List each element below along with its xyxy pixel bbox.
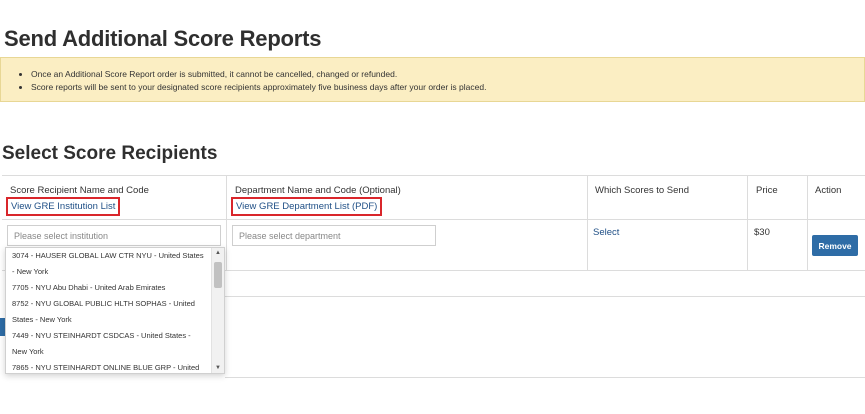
- dropdown-option[interactable]: 7865 - NYU STEINHARDT ONLINE BLUE GRP - …: [6, 360, 212, 373]
- department-list-link[interactable]: View GRE Department List (PDF): [231, 197, 383, 216]
- dropdown-option[interactable]: 3074 - HAUSER GLOBAL LAW CTR NYU - Unite…: [6, 248, 212, 280]
- notice-item: Score reports will be sent to your desig…: [31, 81, 864, 94]
- notice-item: Once an Additional Score Report order is…: [31, 68, 864, 81]
- section-divider: [225, 296, 865, 297]
- scroll-up-icon[interactable]: ▲: [212, 248, 224, 258]
- notice-banner: Once an Additional Score Report order is…: [0, 57, 865, 102]
- scroll-down-icon[interactable]: ▼: [212, 363, 224, 373]
- dropdown-option[interactable]: 7449 - NYU STEINHARDT CSDCAS - United St…: [6, 328, 212, 360]
- header-action: Action: [815, 185, 842, 196]
- table-divider: [2, 219, 865, 220]
- scrollbar-thumb[interactable]: [214, 262, 222, 288]
- institution-input[interactable]: [7, 225, 221, 246]
- dropdown-option[interactable]: 7705 - NYU Abu Dhabi - United Arab Emira…: [6, 280, 212, 296]
- header-department: Department Name and Code (Optional): [235, 185, 401, 196]
- institution-list-link[interactable]: View GRE Institution List: [6, 197, 121, 216]
- notice-list: Once an Additional Score Report order is…: [1, 58, 864, 94]
- institution-dropdown[interactable]: 3074 - HAUSER GLOBAL LAW CTR NYU - Unite…: [5, 247, 225, 374]
- page-title: Send Additional Score Reports: [4, 26, 322, 51]
- department-input[interactable]: [232, 225, 436, 246]
- header-price: Price: [756, 185, 778, 196]
- section-divider: [225, 377, 865, 378]
- remove-button[interactable]: Remove: [812, 235, 858, 256]
- dropdown-list: 3074 - HAUSER GLOBAL LAW CTR NYU - Unite…: [6, 248, 212, 373]
- column-divider: [226, 176, 227, 270]
- section-title: Select Score Recipients: [2, 143, 218, 164]
- header-recipient: Score Recipient Name and Code: [10, 185, 149, 196]
- column-divider: [747, 176, 748, 270]
- dropdown-scrollbar[interactable]: ▲ ▼: [211, 248, 224, 373]
- column-divider: [807, 176, 808, 270]
- dropdown-option[interactable]: 8752 - NYU GLOBAL PUBLIC HLTH SOPHAS - U…: [6, 296, 212, 328]
- price-value: $30: [754, 227, 770, 238]
- header-scores: Which Scores to Send: [595, 185, 689, 196]
- column-divider: [587, 176, 588, 270]
- select-scores-link[interactable]: Select: [593, 227, 619, 238]
